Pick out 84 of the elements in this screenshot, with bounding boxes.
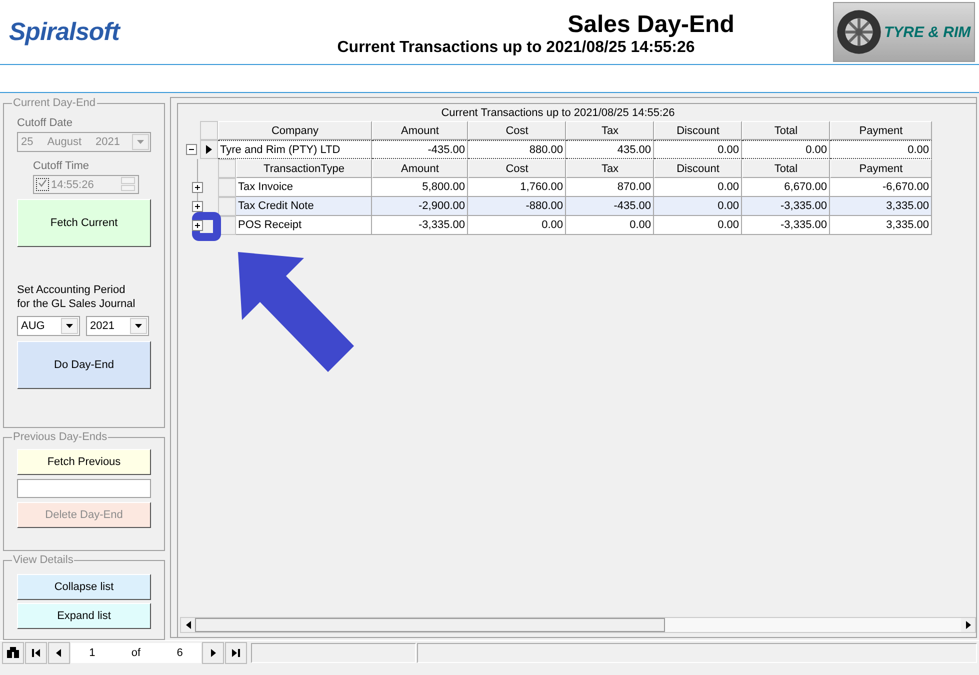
scroll-left-icon[interactable] [186,621,190,629]
fetch-current-button[interactable]: Fetch Current [17,199,151,247]
plus-icon[interactable] [192,220,203,231]
column-header[interactable]: Payment [830,159,932,178]
input-field[interactable] [17,479,151,498]
subtitle: Current Transactions up to 2021/08/25 14:55:26 [337,39,695,57]
fetch-previous-button[interactable]: Fetch Previous [17,449,151,475]
table-cell: 5,800.00 [372,178,468,197]
row-header-cell [218,197,236,216]
table-cell: 0.00 [566,216,654,235]
record-count: 6 [176,647,183,659]
highlight-marker [192,212,221,241]
logo: Spiralsoft [9,18,122,46]
row-header-cell[interactable] [200,140,218,159]
horizontal-scrollbar[interactable] [180,617,976,633]
table-cell: 435.00 [566,140,654,159]
of-label: of [131,647,141,659]
table-cell: 0.00 [654,178,742,197]
table-cell: Tax Invoice [236,178,372,197]
window-title: Sales Day-End [568,11,734,39]
table-cell: 3,335.00 [830,216,932,235]
table-cell: -2,900.00 [372,197,468,216]
group-title: View Details [12,554,74,566]
table-cell: 1,760.00 [468,178,566,197]
column-header[interactable]: Tax [566,159,654,178]
column-header[interactable]: Total [742,121,830,140]
table-cell: 3,335.00 [830,197,932,216]
table-cell: 0.00 [654,216,742,235]
table-cell: 0.00 [654,197,742,216]
brand-logo: TYRE & RIM [833,2,975,62]
column-header[interactable]: Discount [654,159,742,178]
group-title: Current Day-End [12,97,97,109]
table-cell: 0.00 [654,140,742,159]
cutoff-date-label: Cutoff Date [17,117,74,129]
table-cell: 870.00 [566,178,654,197]
table-cell: -3,335.00 [742,197,830,216]
day-end-button[interactable]: Do Day-End [17,341,151,389]
previous-record-icon[interactable] [48,642,70,664]
column-header[interactable]: Company [218,121,372,140]
period-label: Set Accounting Period for the GL Sales Journal [17,283,136,311]
record-position: 1 [89,647,96,659]
plus-icon[interactable] [192,182,203,193]
last-record-icon[interactable] [225,642,247,664]
search-icon[interactable] [2,642,24,664]
table-cell: POS Receipt [236,216,372,235]
table-cell: -6,670.00 [830,178,932,197]
column-header[interactable]: Cost [468,159,566,178]
cutoff-time-label: Cutoff Time [33,160,90,172]
table-cell: -3,335.00 [372,216,468,235]
current-row-icon [206,145,212,154]
table-cell: 880.00 [468,140,566,159]
table-cell: 0.00 [830,140,932,159]
column-header[interactable]: Amount [372,121,468,140]
table-cell: Tax Credit Note [236,197,372,216]
column-header[interactable]: Cost [468,121,566,140]
first-record-icon[interactable] [25,642,47,664]
grid-caption: Current Transactions up to 2021/08/25 14:55:26 [440,107,676,121]
column-header[interactable]: Tax [566,121,654,140]
table-cell: 0.00 [468,216,566,235]
month-dropdown[interactable]: AUG [17,316,80,336]
row-header-cell [218,159,236,178]
row-header-cell [218,178,236,197]
table-cell: Tyre and Rim (PTY) LTD [218,140,372,159]
year-dropdown[interactable]: 2021 [86,316,149,336]
next-record-icon[interactable] [202,642,224,664]
table-cell: -880.00 [468,197,566,216]
minus-icon[interactable] [186,144,197,155]
column-header[interactable]: Discount [654,121,742,140]
plus-icon[interactable] [192,201,203,212]
column-header[interactable]: TransactionType [236,159,372,178]
expand-list-button[interactable]: Expand list [17,603,151,629]
table-cell: 6,670.00 [742,178,830,197]
table-cell: -435.00 [566,197,654,216]
row-header-cell [200,121,218,140]
scroll-right-icon[interactable] [966,621,970,629]
table-cell: -3,335.00 [742,216,830,235]
column-header[interactable]: Amount [372,159,468,178]
collapse-list-button[interactable]: Collapse list [17,574,151,600]
table-cell: 0.00 [742,140,830,159]
group-title: Previous Day-Ends [12,431,108,443]
table-cell: -435.00 [372,140,468,159]
column-header[interactable]: Total [742,159,830,178]
column-header[interactable]: Payment [830,121,932,140]
wheel-icon [836,9,882,55]
